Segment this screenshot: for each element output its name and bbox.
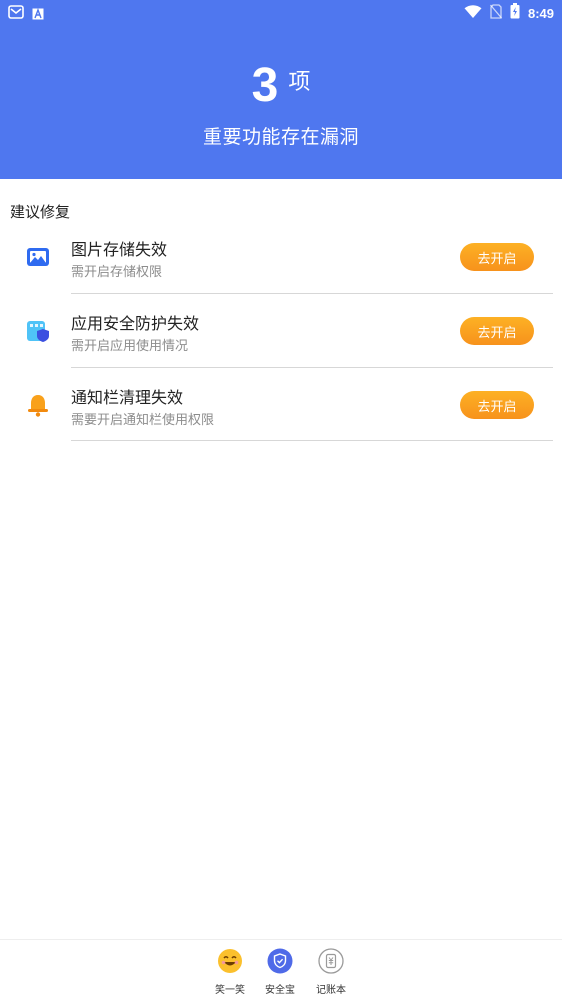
status-bar-right: 8:49	[464, 3, 554, 23]
smile-emoji-icon	[217, 948, 243, 978]
a-notification-icon	[32, 5, 44, 24]
image-icon	[24, 243, 52, 271]
list-item-image-storage: 图片存储失效 需开启存储权限 去开启	[0, 236, 562, 310]
divider	[71, 293, 553, 294]
nav-label: 记账本	[316, 985, 346, 996]
item-title: 应用安全防护失效	[71, 314, 200, 333]
nav-item-security[interactable]: 安全宝	[260, 948, 300, 996]
battery-charging-icon	[510, 3, 520, 23]
nav-item-ledger[interactable]: 记账本	[311, 948, 351, 996]
issue-count: 3 项	[0, 62, 562, 110]
mail-icon	[8, 4, 24, 24]
app-shield-icon	[24, 317, 52, 345]
item-title: 通知栏清理失效	[71, 388, 184, 407]
item-description: 需开启存储权限	[71, 265, 163, 280]
item-title: 图片存储失效	[71, 240, 168, 259]
divider	[71, 367, 553, 368]
bottom-nav: 笑一笑 安全宝 记账本	[0, 939, 562, 1000]
status-bar-left	[8, 4, 44, 24]
nav-label: 笑一笑	[215, 985, 245, 996]
issue-count-number: 3	[251, 59, 279, 112]
list-item-notification-cleanup: 通知栏清理失效 需要开启通知栏使用权限 去开启	[0, 384, 562, 458]
enable-storage-button[interactable]: 去开启	[460, 243, 534, 271]
section-title: 建议修复	[10, 203, 71, 221]
issue-headline: 重要功能存在漏洞	[202, 126, 359, 148]
issue-count-unit: 项	[288, 70, 311, 95]
app-screen: 8:49 3 项 重要功能存在漏洞 建议修复 图片存储失效 需开启存储权限 去开…	[0, 0, 562, 1000]
enable-notification-button[interactable]: 去开启	[460, 391, 534, 419]
nav-label: 安全宝	[265, 985, 295, 996]
wifi-icon	[464, 4, 482, 23]
status-time: 8:49	[527, 5, 554, 21]
item-description: 需开启应用使用情况	[71, 339, 189, 354]
bell-icon	[24, 391, 52, 419]
no-sim-icon	[489, 3, 502, 23]
nav-item-smile[interactable]: 笑一笑	[210, 948, 250, 996]
item-description: 需要开启通知栏使用权限	[71, 413, 215, 428]
divider	[71, 440, 553, 441]
shield-icon	[267, 948, 293, 978]
status-bar: 8:49	[0, 0, 562, 24]
header-banner: 8:49 3 项 重要功能存在漏洞	[0, 0, 562, 179]
list-item-app-protection: 应用安全防护失效 需开启应用使用情况 去开启	[0, 310, 562, 384]
enable-app-usage-button[interactable]: 去开启	[460, 317, 534, 345]
ledger-icon	[318, 948, 344, 978]
